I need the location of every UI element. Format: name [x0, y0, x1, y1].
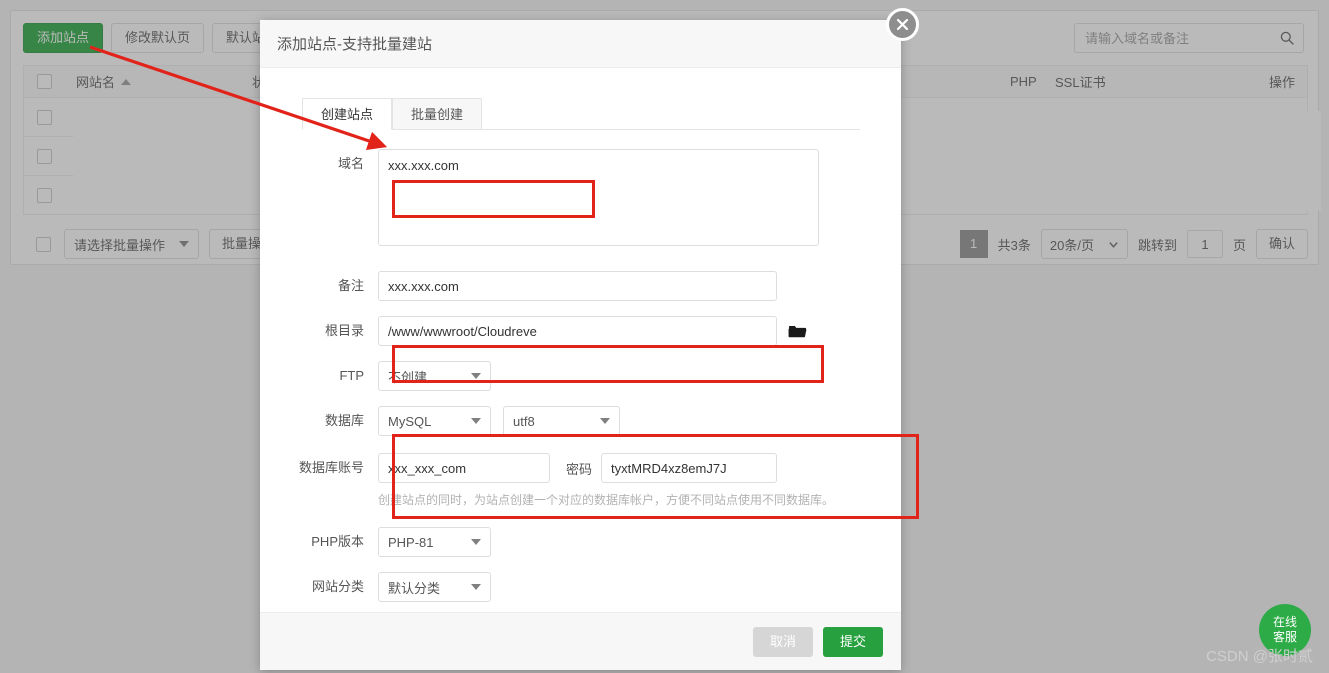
chevron-down-icon	[471, 373, 481, 379]
watermark: CSDN @张时贰	[1206, 645, 1313, 666]
db-account-hint: 创建站点的同时，为站点创建一个对应的数据库帐户，方便不同站点使用不同数据库。	[378, 491, 834, 508]
label-db-password: 密码	[566, 459, 592, 478]
field-row-remark: 备注	[260, 271, 901, 301]
tab-batch-create[interactable]: 批量创建	[392, 98, 482, 130]
screenshot-root: 添加站点 修改默认页 默认站点 网站名	[0, 0, 1329, 673]
field-row-php-version: PHP版本 PHP-81	[260, 527, 901, 557]
db-user-input[interactable]	[378, 453, 550, 483]
field-row-root-dir: 根目录	[260, 316, 901, 346]
folder-icon[interactable]	[788, 322, 807, 341]
database-type-select[interactable]: MySQL	[378, 406, 491, 436]
chevron-down-icon	[471, 584, 481, 590]
add-site-dialog: 添加站点-支持批量建站 创建站点 批量创建 域名 备注	[260, 20, 901, 670]
chevron-down-icon	[471, 418, 481, 424]
db-password-input[interactable]	[601, 453, 777, 483]
root-dir-input[interactable]	[378, 316, 777, 346]
database-charset-select[interactable]: utf8	[503, 406, 620, 436]
field-row-database: 数据库 MySQL utf8	[260, 406, 901, 436]
dialog-footer: 取消 提交	[260, 612, 901, 670]
ftp-select[interactable]: 不创建	[378, 361, 491, 391]
label-root-dir: 根目录	[260, 316, 378, 346]
cancel-button[interactable]: 取消	[753, 627, 813, 657]
site-category-select[interactable]: 默认分类	[378, 572, 491, 602]
label-db-account: 数据库账号	[260, 453, 378, 483]
field-row-db-account: 数据库账号 密码 创建站点的同时，为站点创建一个对应的数据库帐户，方便不同站点使…	[260, 453, 901, 508]
field-row-domain: 域名	[260, 149, 901, 249]
field-row-ftp: FTP 不创建	[260, 361, 901, 391]
submit-button[interactable]: 提交	[823, 627, 883, 657]
close-x-glyph	[889, 11, 916, 38]
close-icon[interactable]	[886, 8, 919, 41]
remark-input[interactable]	[378, 271, 777, 301]
label-php-version: PHP版本	[260, 527, 378, 557]
dialog-tabs: 创建站点 批量创建	[302, 102, 860, 130]
label-database: 数据库	[260, 406, 378, 436]
field-row-site-category: 网站分类 默认分类	[260, 572, 901, 602]
chevron-down-icon	[471, 539, 481, 545]
chevron-down-icon	[600, 418, 610, 424]
domain-textarea[interactable]	[378, 149, 819, 246]
label-site-category: 网站分类	[260, 572, 378, 602]
dialog-body: 创建站点 批量创建 域名 备注 根目录	[260, 68, 901, 630]
php-version-select[interactable]: PHP-81	[378, 527, 491, 557]
tab-create-site[interactable]: 创建站点	[302, 98, 392, 130]
dialog-title: 添加站点-支持批量建站	[260, 20, 901, 68]
label-domain: 域名	[260, 149, 378, 179]
label-ftp: FTP	[260, 361, 378, 391]
label-remark: 备注	[260, 271, 378, 301]
